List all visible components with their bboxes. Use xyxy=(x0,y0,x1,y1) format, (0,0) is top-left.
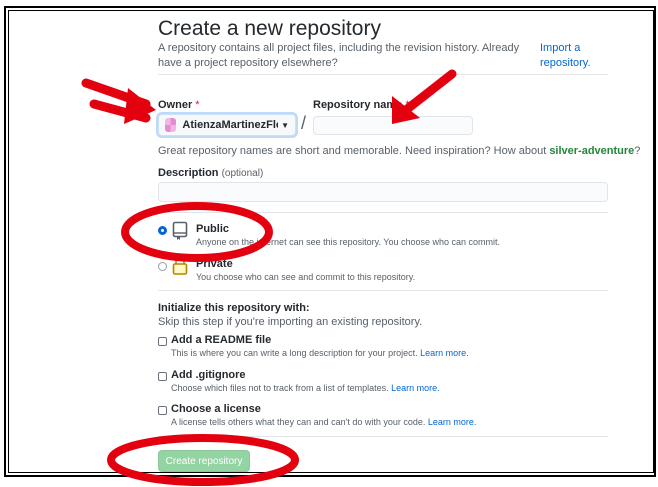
license-description: A license tells others what they can and… xyxy=(171,417,476,427)
gitignore-description-text: Choose which files not to track from a l… xyxy=(171,383,389,393)
optional-mark: (optional) xyxy=(221,168,264,179)
readme-description: This is where you can write a long descr… xyxy=(171,348,469,358)
page-subtitle: A repository contains all project files,… xyxy=(158,42,520,69)
readme-checkbox[interactable] xyxy=(158,337,167,346)
divider xyxy=(158,436,608,437)
description-input[interactable] xyxy=(158,182,608,202)
name-suggestion-link[interactable]: silver-adventure xyxy=(549,145,634,157)
repo-icon xyxy=(172,221,188,240)
license-description-text: A license tells others what they can and… xyxy=(171,417,426,427)
readme-title: Add a README file xyxy=(171,334,272,346)
repository-name-label-text: Repository name xyxy=(313,99,403,111)
private-option-title: Private xyxy=(196,258,233,270)
page-title: Create a new repository xyxy=(158,17,381,40)
readme-description-text: This is where you can write a long descr… xyxy=(171,348,418,358)
gitignore-learn-more-link[interactable]: Learn more. xyxy=(391,383,440,393)
initialize-title: Initialize this repository with: xyxy=(158,302,310,314)
license-title: Choose a license xyxy=(171,403,261,415)
public-radio[interactable] xyxy=(158,226,167,235)
lock-icon xyxy=(172,256,188,275)
divider xyxy=(158,74,608,75)
private-option-description: You choose who can see and commit to thi… xyxy=(196,272,416,282)
gitignore-checkbox[interactable] xyxy=(158,372,167,381)
license-learn-more-link[interactable]: Learn more. xyxy=(428,417,477,427)
owner-dropdown[interactable]: AtienzaMartinezFloren ▼ xyxy=(158,114,296,136)
import-repository-link[interactable]: Import a repository. xyxy=(540,41,600,71)
owner-label: Owner * xyxy=(158,99,200,111)
repository-name-label: Repository name * xyxy=(313,99,410,111)
gitignore-title: Add .gitignore xyxy=(171,369,246,381)
license-checkbox[interactable] xyxy=(158,406,167,415)
create-repository-button[interactable]: Create repository xyxy=(158,450,250,472)
repository-name-input[interactable] xyxy=(313,116,473,135)
readme-learn-more-link[interactable]: Learn more. xyxy=(420,348,469,358)
public-option-description: Anyone on the internet can see this repo… xyxy=(196,237,501,247)
divider xyxy=(158,212,608,213)
owner-avatar xyxy=(165,118,177,132)
owner-label-text: Owner xyxy=(158,99,193,111)
hint-text: Great repository names are short and mem… xyxy=(158,145,550,157)
public-option-title: Public xyxy=(196,223,230,235)
triangle-down-icon: ▼ xyxy=(281,120,289,130)
gitignore-description: Choose which files not to track from a l… xyxy=(171,383,440,393)
initialize-subtitle: Skip this step if you're importing an ex… xyxy=(158,316,423,328)
description-label-text: Description xyxy=(158,167,219,179)
hint-suffix: ? xyxy=(634,145,641,157)
description-label: Description (optional) xyxy=(158,167,263,179)
private-radio[interactable] xyxy=(158,262,167,271)
required-mark: * xyxy=(405,99,410,111)
repository-name-hint: Great repository names are short and mem… xyxy=(158,145,640,157)
required-mark: * xyxy=(195,99,200,111)
owner-repo-separator: / xyxy=(301,113,307,133)
owner-value: AtienzaMartinezFloren xyxy=(182,119,278,131)
divider xyxy=(158,290,608,291)
